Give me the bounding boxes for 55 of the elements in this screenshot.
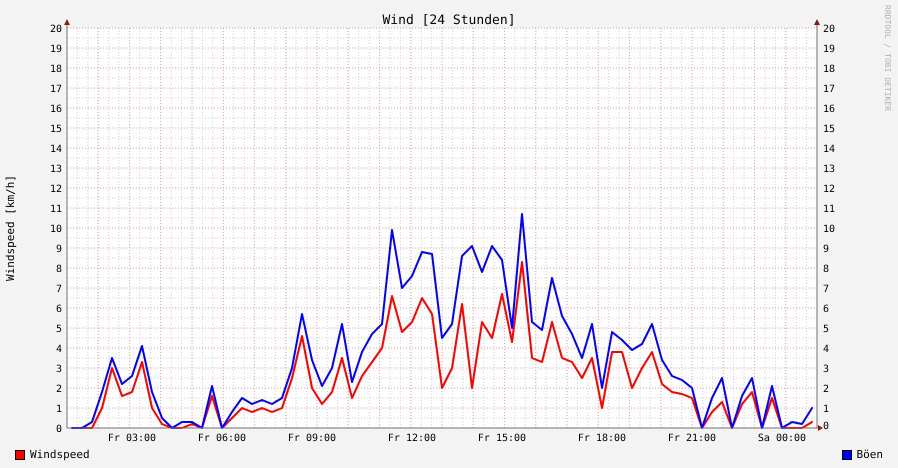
y-tick-label: 15 (50, 124, 62, 135)
y-tick-label: 0 (56, 424, 62, 435)
y-tick-label: 4 (56, 344, 62, 355)
chart-title: Wind [24 Stunden] (382, 13, 516, 28)
x-tick-label: Fr 12:00 (388, 433, 436, 444)
y-tick-label: 19 (823, 44, 836, 55)
y-tick-label: 16 (50, 104, 62, 115)
y-tick-label: 17 (823, 84, 836, 95)
y-tick-label: 1 (56, 404, 62, 415)
y-tick-label: 4 (823, 344, 830, 355)
x-tick-label: Fr 09:00 (288, 433, 336, 444)
y-tick-label: 15 (823, 124, 836, 135)
y-tick-label: 6 (823, 304, 830, 315)
y-tick-label: 2 (56, 384, 62, 395)
y-tick-label: 5 (823, 324, 830, 335)
legend-label: Böen (856, 447, 883, 463)
x-tick-label: Fr 21:00 (668, 433, 716, 444)
y-tick-label: 9 (56, 244, 62, 255)
y-tick-label: 10 (823, 224, 836, 235)
y-tick-label: 8 (56, 264, 62, 275)
y-tick-label: 2 (823, 384, 830, 395)
y-tick-label: 13 (823, 164, 836, 175)
y-tick-label: 11 (50, 204, 62, 215)
x-tick-label: Sa 00:00 (758, 433, 806, 444)
x-tick-label: Fr 18:00 (578, 433, 626, 444)
y-tick-label: 18 (50, 64, 62, 75)
y-axis-label: Windspeed [km/h] (4, 175, 17, 281)
y-tick-label: 0 (823, 421, 830, 432)
credit-text: RRDTOOL / TOBI OETIKER (883, 5, 892, 111)
y-tick-label: 19 (50, 44, 62, 55)
y-tick-label: 3 (56, 364, 62, 375)
y-tick-label: 14 (50, 144, 62, 155)
y-tick-label: 18 (823, 64, 836, 75)
y-tick-label: 7 (56, 284, 62, 295)
y-tick-label: 13 (50, 164, 62, 175)
y-tick-label: 12 (823, 184, 836, 195)
y-tick-label: 16 (823, 104, 836, 115)
y-tick-label: 20 (823, 24, 836, 35)
y-tick-label: 6 (56, 304, 62, 315)
y-tick-label: 20 (50, 24, 62, 35)
y-tick-label: 14 (823, 144, 836, 155)
legend-label: Windspeed (30, 447, 90, 463)
y-tick-label: 1 (823, 404, 830, 415)
y-tick-label: 11 (823, 204, 836, 215)
y-tick-label: 7 (823, 284, 830, 295)
y-tick-label: 9 (823, 244, 830, 255)
x-tick-label: Fr 06:00 (198, 433, 246, 444)
y-tick-label: 5 (56, 324, 62, 335)
y-tick-label: 3 (823, 364, 830, 375)
x-tick-label: Fr 03:00 (108, 433, 156, 444)
y-tick-label: 12 (50, 184, 62, 195)
y-tick-label: 10 (50, 224, 62, 235)
x-tick-label: Fr 15:00 (478, 433, 526, 444)
y-tick-label: 8 (823, 264, 830, 275)
y-tick-label: 17 (50, 84, 62, 95)
